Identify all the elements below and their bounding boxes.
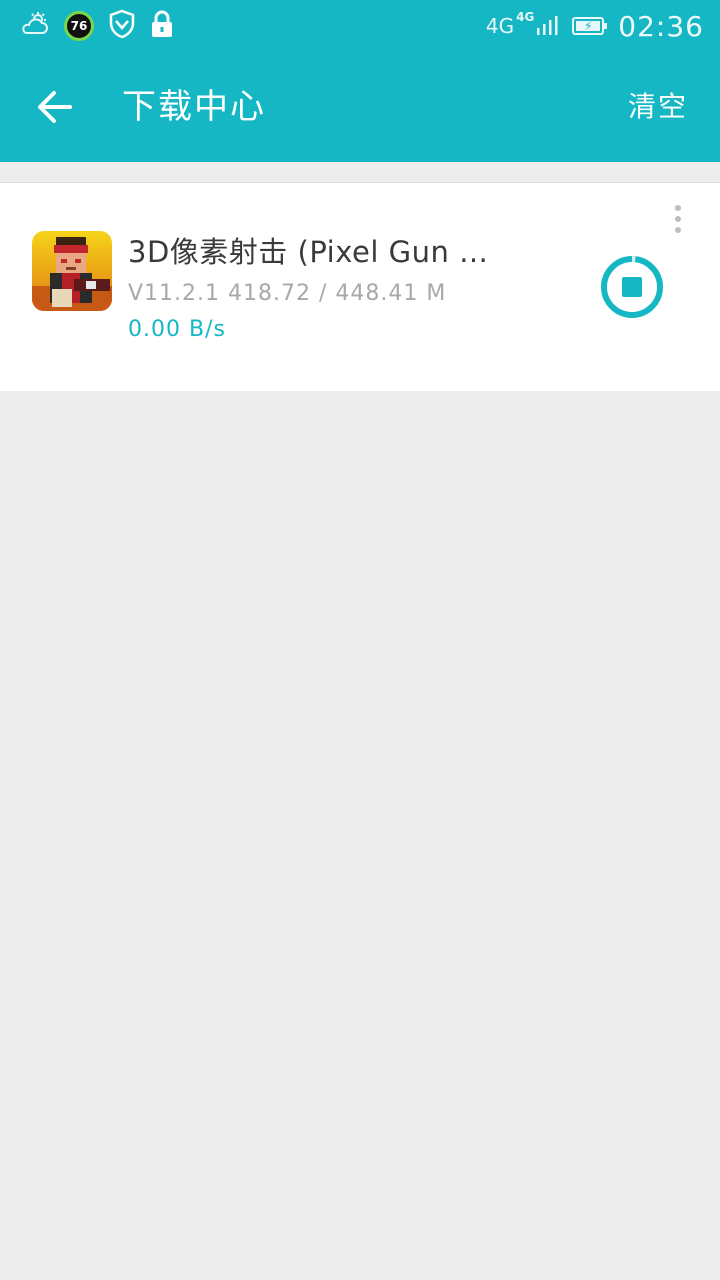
app-bar: 下载中心 清空 [0, 52, 720, 162]
more-options-button[interactable] [666, 203, 690, 235]
stop-download-button[interactable] [599, 254, 665, 320]
clear-button[interactable]: 清空 [628, 82, 688, 132]
signal-icon [537, 16, 558, 35]
arrow-left-icon [38, 91, 72, 123]
status-bar: 76 4G 4G ⚡ 02:36 [0, 0, 720, 52]
badge-76-icon: 76 [64, 11, 94, 41]
stop-icon [601, 256, 663, 318]
status-bar-left: 76 [18, 8, 174, 44]
network-indicator: 4G 4G [485, 10, 558, 38]
shield-icon [108, 9, 136, 43]
app-version: V11.2.1 [128, 281, 221, 306]
download-progress-text: 418.72 / 448.41 M [228, 281, 447, 306]
weather-cloud-icon [18, 11, 50, 41]
status-time: 02:36 [618, 9, 704, 43]
download-list: 3D像素射击 (Pixel Gun … V11.2.1 418.72 / 448.… [0, 182, 720, 391]
download-meta: V11.2.1 418.72 / 448.41 M [128, 281, 446, 306]
more-vertical-icon [675, 205, 681, 211]
status-bar-right: 4G 4G ⚡ 02:36 [486, 8, 704, 44]
back-button[interactable] [30, 82, 80, 132]
download-speed: 0.00 B/s [128, 317, 226, 342]
app-name: 3D像素射击 (Pixel Gun … [128, 235, 489, 269]
lock-icon [150, 9, 174, 43]
download-item[interactable]: 3D像素射击 (Pixel Gun … V11.2.1 418.72 / 448.… [0, 182, 720, 391]
page-title: 下载中心 [122, 87, 266, 127]
battery-charging-icon: ⚡ [572, 17, 608, 35]
app-icon [32, 231, 112, 311]
network-type-label-2: 4G [516, 10, 535, 24]
network-type-label: 4G [485, 14, 515, 38]
